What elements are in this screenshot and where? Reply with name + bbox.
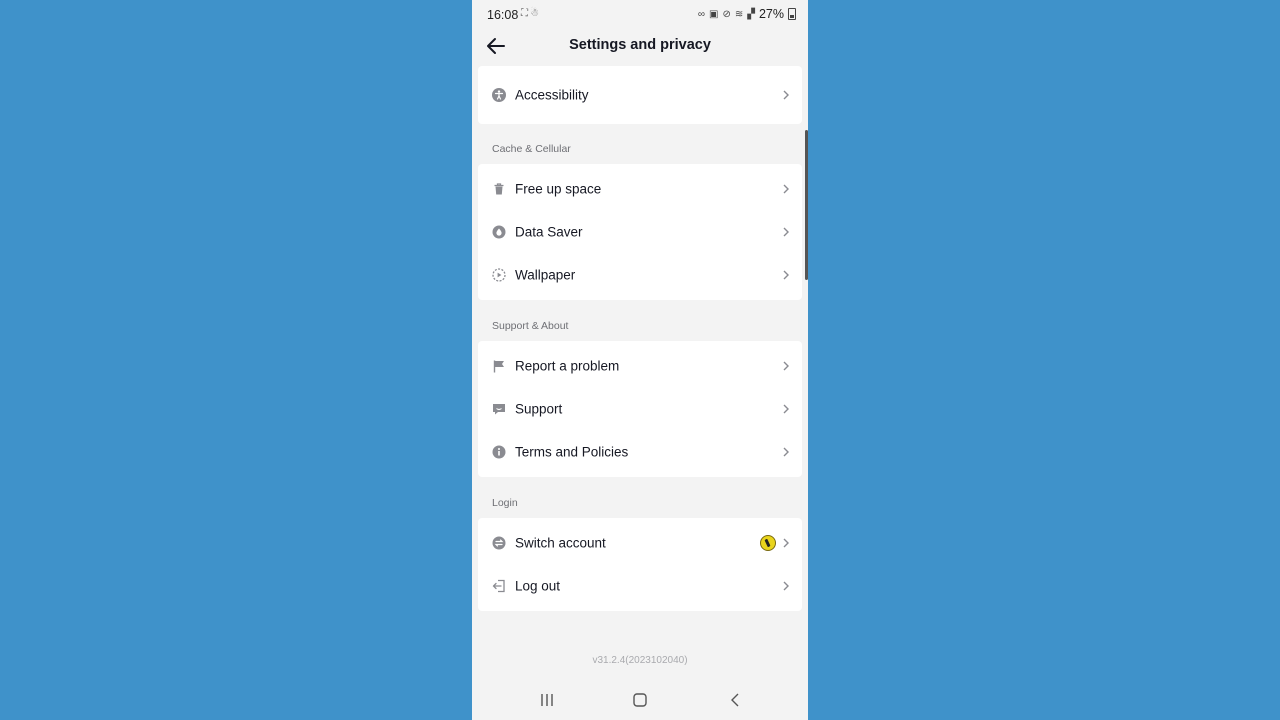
section-title-support: Support & About: [492, 320, 569, 332]
wallpaper-icon: [492, 268, 506, 282]
row-wallpaper[interactable]: Wallpaper: [478, 253, 802, 296]
accessibility-icon: [492, 88, 506, 102]
card-accessibility: Accessibility: [478, 66, 802, 124]
row-label: Terms and Policies: [515, 444, 629, 460]
recent-apps-button[interactable]: [537, 692, 557, 708]
trash-icon: [492, 182, 506, 196]
row-free-up-space[interactable]: Free up space: [478, 168, 802, 211]
row-label: Report a problem: [515, 358, 620, 374]
row-switch-account[interactable]: Switch account: [478, 522, 802, 565]
row-label: Accessibility: [515, 87, 589, 103]
status-bar: 16:08 ⛶☃ ∞ ▣ ⊘ ≋ ▞ 27%: [472, 0, 808, 30]
chevron-right-icon: [783, 90, 789, 100]
chevron-right-icon: [783, 184, 789, 194]
wifi-icon: ≋: [734, 8, 744, 20]
back-chevron-icon: [731, 693, 739, 707]
version-text: v31.2.4(2023102040): [592, 655, 688, 666]
nav-header: Settings and privacy: [472, 30, 808, 62]
chevron-right-icon: [783, 404, 789, 414]
card-cache: Free up space Data Saver Wallpaper: [478, 164, 802, 301]
row-label: Wallpaper: [515, 267, 576, 283]
scrollbar-thumb[interactable]: [805, 130, 808, 280]
chevron-right-icon: [783, 227, 789, 237]
info-icon: [492, 445, 506, 459]
row-report-problem[interactable]: Report a problem: [478, 345, 802, 388]
row-label: Support: [515, 401, 563, 417]
row-label: Switch account: [515, 535, 606, 551]
home-button[interactable]: [630, 692, 650, 708]
status-left-icons: ⛶☃: [521, 8, 541, 19]
flag-icon: [492, 359, 506, 373]
chevron-right-icon: [783, 581, 789, 591]
switch-icon: [492, 536, 506, 550]
snapchat-icon: ☃: [530, 8, 541, 19]
phone-screen: 16:08 ⛶☃ ∞ ▣ ⊘ ≋ ▞ 27% Settings and priv…: [472, 0, 808, 720]
row-label: Log out: [515, 578, 561, 594]
system-navigation-bar: [472, 680, 808, 720]
signal-icon: ▞: [747, 8, 755, 20]
row-support[interactable]: Support: [478, 388, 802, 431]
chevron-right-icon: [783, 270, 789, 280]
section-title-cache: Cache & Cellular: [492, 143, 571, 155]
nfc-icon: ▣: [709, 8, 719, 20]
mute-icon: ⊘: [722, 8, 731, 20]
section-title-login: Login: [492, 497, 518, 509]
row-log-out[interactable]: Log out: [478, 565, 802, 608]
home-icon: [633, 693, 647, 707]
chevron-right-icon: [783, 361, 789, 371]
chat-icon: [492, 402, 506, 416]
row-label: Free up space: [515, 181, 602, 197]
battery-percentage: 27%: [758, 7, 784, 21]
avatar: [760, 535, 776, 552]
row-accessibility[interactable]: Accessibility: [478, 66, 802, 124]
row-label: Data Saver: [515, 224, 583, 240]
screenshot-icon: ⛶: [521, 8, 530, 19]
card-login: Switch account Log out: [478, 518, 802, 612]
row-data-saver[interactable]: Data Saver: [478, 211, 802, 254]
status-right: ∞ ▣ ⊘ ≋ ▞ 27%: [698, 7, 796, 21]
data-saver-icon: [492, 225, 506, 239]
row-terms-policies[interactable]: Terms and Policies: [478, 430, 802, 473]
chevron-right-icon: [783, 538, 789, 548]
card-support: Report a problem Support Terms and Polic…: [478, 341, 802, 478]
logout-icon: [492, 579, 506, 593]
link-icon: ∞: [697, 8, 706, 20]
recent-apps-icon: [541, 694, 553, 706]
battery-icon: [788, 8, 796, 20]
status-time: 16:08: [487, 8, 519, 22]
page-title: Settings and privacy: [569, 37, 711, 53]
system-back-button[interactable]: [726, 692, 746, 708]
chevron-right-icon: [783, 447, 789, 457]
